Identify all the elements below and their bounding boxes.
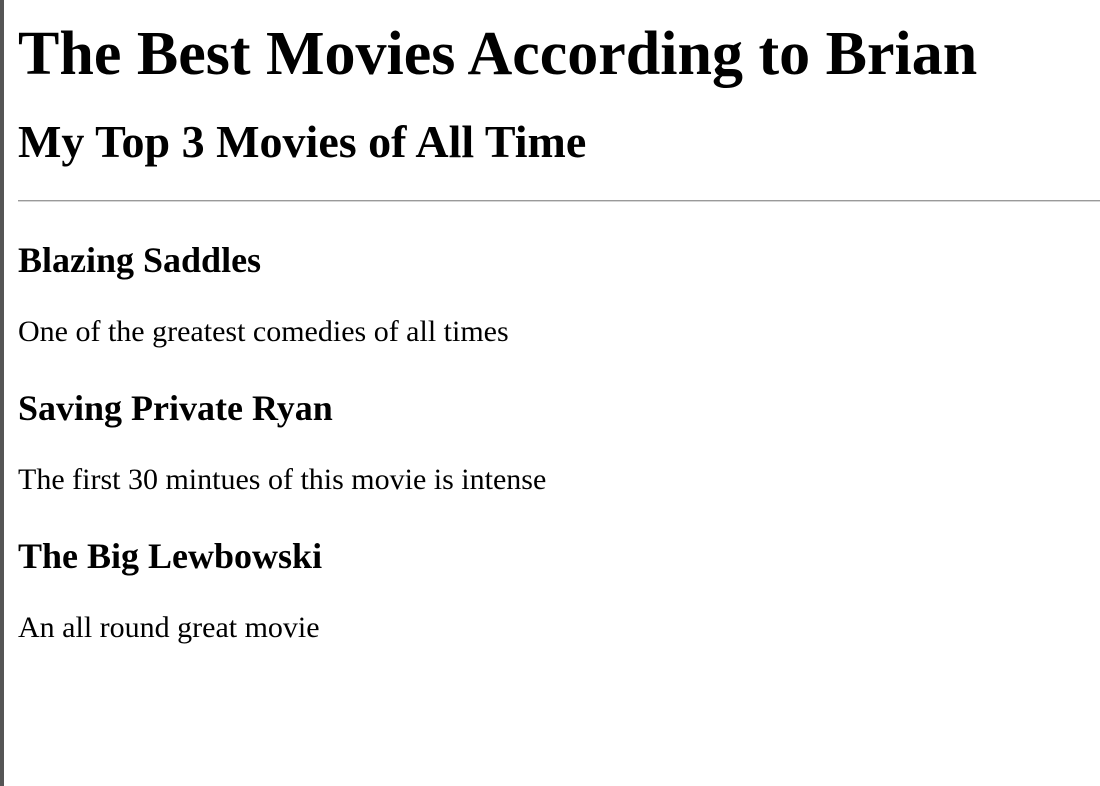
movie-item: The Big Lewbowski An all round great mov… xyxy=(18,534,1100,646)
page-content: The Best Movies According to Brian My To… xyxy=(18,0,1100,646)
movie-description: One of the greatest comedies of all time… xyxy=(18,315,509,348)
movie-title: Blazing Saddles xyxy=(18,240,262,280)
movie-title: Saving Private Ryan xyxy=(18,388,333,428)
movie-item: Saving Private Ryan The first 30 mintues… xyxy=(18,386,1100,498)
movie-description: An all round great movie xyxy=(18,611,320,644)
movie-title: The Big Lewbowski xyxy=(18,536,323,576)
movie-description: The first 30 mintues of this movie is in… xyxy=(18,463,547,496)
movie-item: Blazing Saddles One of the greatest come… xyxy=(18,238,1100,350)
page-subtitle: My Top 3 Movies of All Time xyxy=(18,116,587,167)
page-title: The Best Movies According to Brian xyxy=(18,20,978,88)
window-left-edge xyxy=(0,0,4,786)
divider xyxy=(18,200,1100,202)
